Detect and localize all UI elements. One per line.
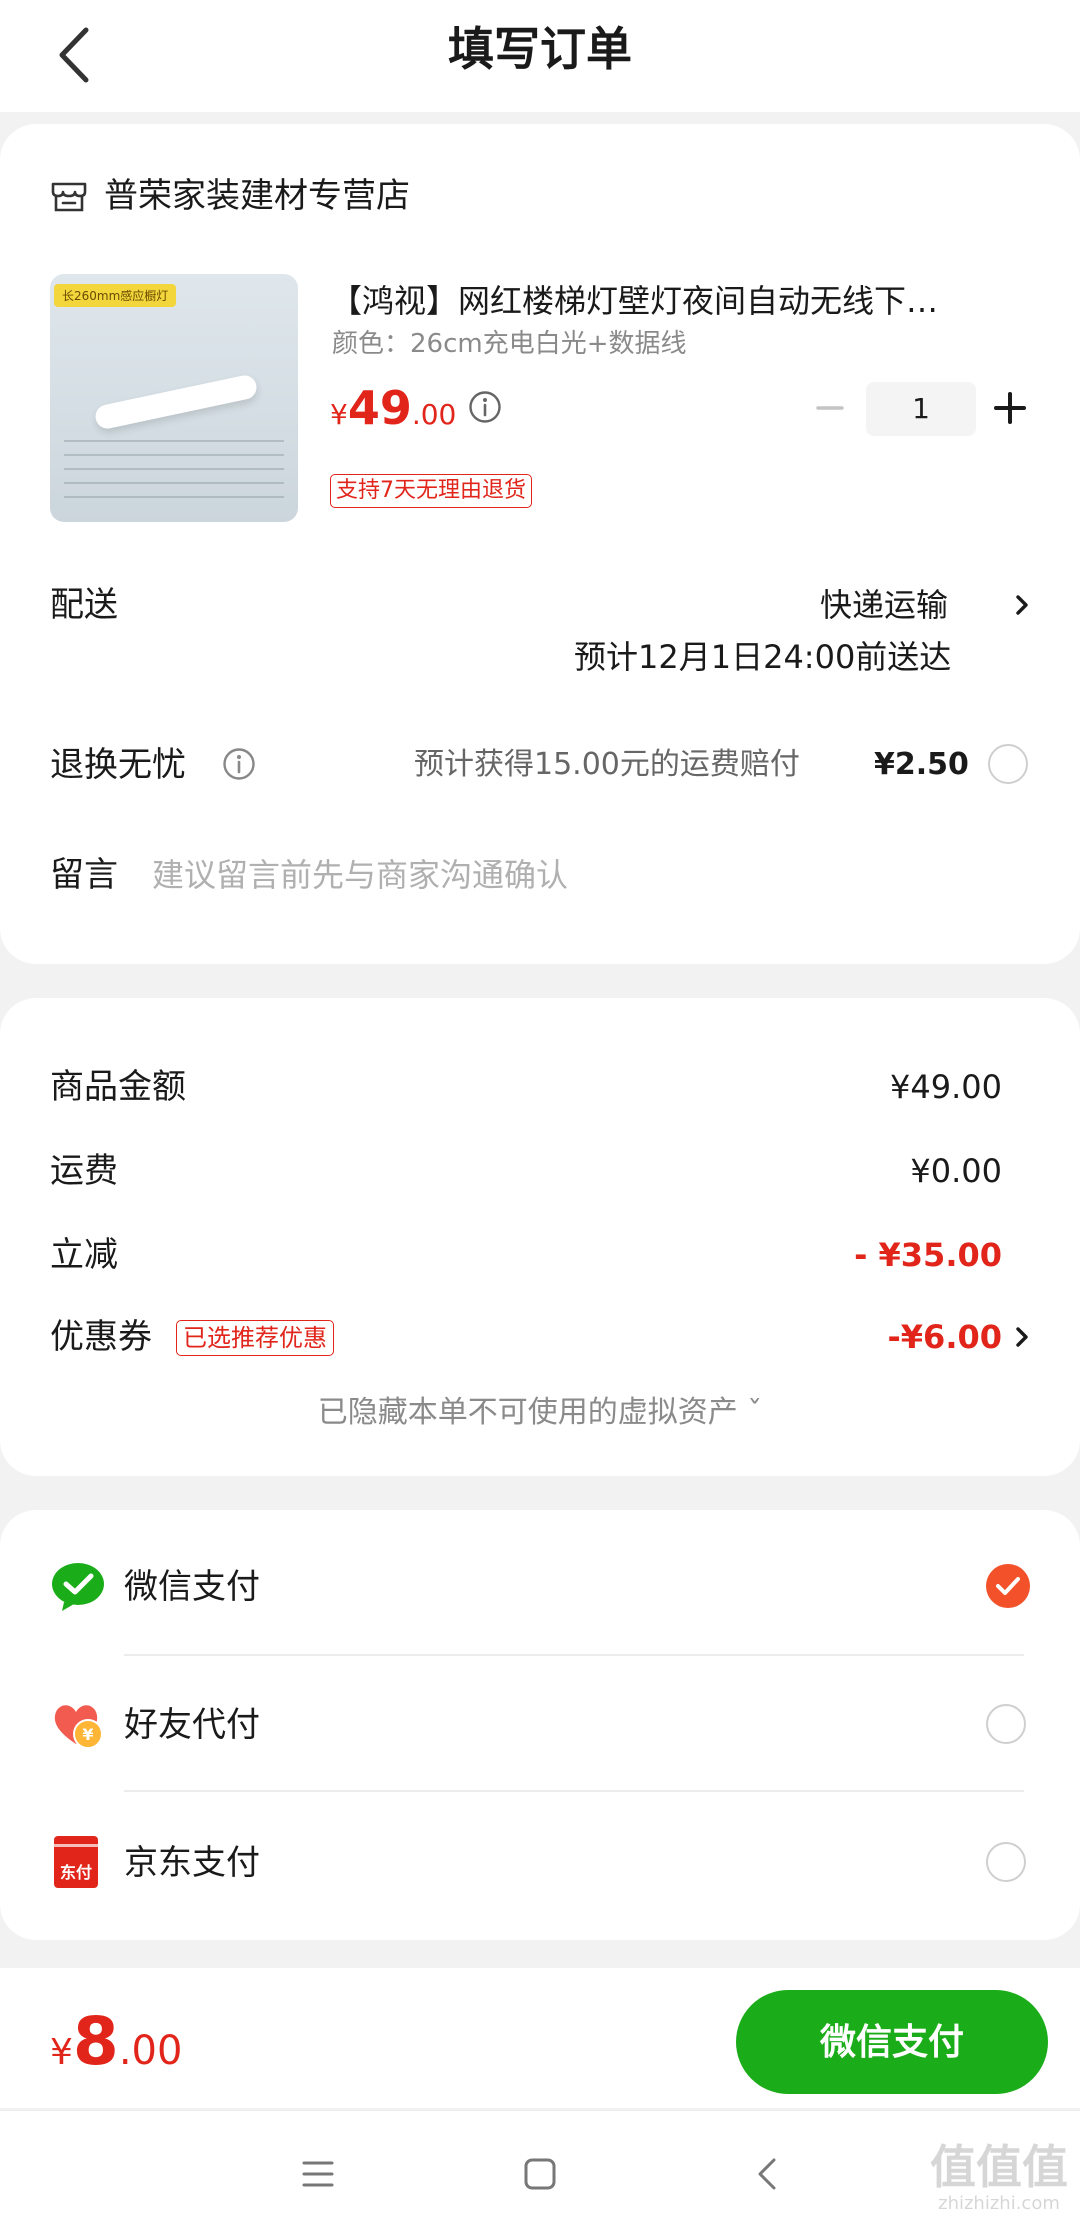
quantity-decrease-button[interactable]	[812, 390, 848, 426]
order-item-card	[0, 124, 1080, 964]
divider	[124, 1654, 1024, 1656]
nav-back-icon[interactable]	[748, 2154, 788, 2194]
store-name[interactable]: 普荣家装建材专营店	[104, 166, 410, 226]
price-info-icon[interactable]	[468, 390, 502, 424]
selected-check-icon[interactable]	[986, 1564, 1030, 1608]
payment-option-label[interactable]: 京东支付	[124, 1838, 260, 1888]
store-icon	[51, 182, 87, 212]
product-image[interactable]: 长260mm感应橱灯	[50, 274, 298, 522]
delivery-label: 配送	[50, 585, 118, 625]
shipping-fee-label: 运费	[50, 1151, 118, 1191]
coupon-value[interactable]: -¥6.00	[888, 1312, 1003, 1362]
quantity-value[interactable]: 1	[866, 382, 976, 436]
jd-pay-icon: 东付	[54, 1836, 98, 1888]
product-price: ¥49.00	[330, 381, 457, 435]
menu-icon[interactable]	[298, 2154, 338, 2194]
coupon-chevron-right-icon[interactable]	[1012, 1324, 1032, 1350]
product-image-tag: 长260mm感应橱灯	[54, 284, 177, 307]
coupon-label: 优惠券	[50, 1317, 152, 1357]
home-icon[interactable]	[520, 2154, 560, 2194]
page-title: 填写订单	[448, 22, 632, 76]
watermark: 值值值 zhizhizhi.com	[930, 2140, 1068, 2214]
return-insurance-price: ¥2.50	[874, 747, 969, 782]
delivery-eta: 预计12月1日24:00前送达	[574, 638, 952, 676]
payment-radio[interactable]	[986, 1704, 1026, 1744]
goods-amount-value: ¥49.00	[890, 1068, 1002, 1106]
goods-amount-label: 商品金额	[50, 1067, 186, 1107]
quantity-increase-button[interactable]	[992, 390, 1028, 426]
payment-option-label[interactable]: 微信支付	[124, 1562, 260, 1612]
hidden-assets-toggle[interactable]: 已隐藏本单不可使用的虚拟资产 ˇ	[0, 1388, 1080, 1438]
payment-option-label[interactable]: 好友代付	[124, 1700, 260, 1750]
delivery-method[interactable]: 快递运输	[820, 580, 948, 630]
pay-button[interactable]: 微信支付	[736, 1990, 1048, 2094]
svg-text:¥: ¥	[82, 1725, 93, 1744]
payment-radio[interactable]	[986, 1842, 1026, 1882]
friend-pay-icon: ¥	[54, 1705, 103, 1749]
return-insurance-info-icon[interactable]	[222, 747, 256, 781]
discount-value: - ¥35.00	[854, 1236, 1002, 1274]
product-title[interactable]: 【鸿视】网红楼梯灯壁灯夜间自动无线下…	[330, 270, 1010, 332]
return-insurance-radio[interactable]	[988, 744, 1028, 784]
divider	[124, 1790, 1024, 1792]
chevron-right-icon[interactable]	[1012, 592, 1032, 618]
return-insurance-desc: 预计获得15.00元的运费赔付	[414, 747, 800, 782]
product-lamp-graphic	[93, 373, 259, 431]
coupon-badge[interactable]: 已选推荐优惠	[176, 1320, 334, 1356]
message-input[interactable]	[152, 850, 992, 900]
shipping-fee-value: ¥0.00	[910, 1152, 1002, 1190]
return-insurance-label: 退换无忧	[50, 745, 186, 785]
discount-label: 立减	[50, 1235, 118, 1275]
svg-text:东付: 东付	[60, 1863, 92, 1882]
total-price: ¥8.00	[50, 2003, 183, 2080]
message-label: 留言	[50, 855, 118, 895]
return-policy-badge: 支持7天无理由退货	[330, 474, 532, 508]
product-variant[interactable]: 颜色：26cm充电白光+数据线	[332, 324, 687, 364]
wechat-pay-icon	[52, 1563, 104, 1611]
product-spec-lines	[64, 440, 284, 510]
